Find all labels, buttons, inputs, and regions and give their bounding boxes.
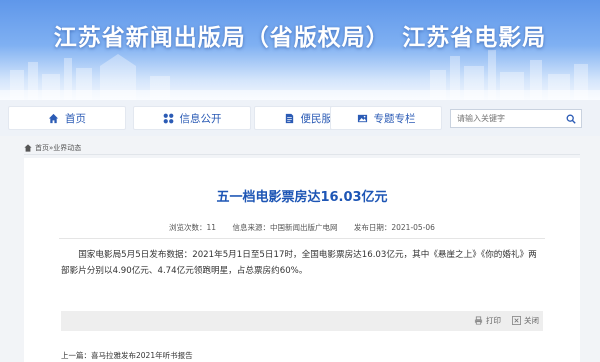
home-icon xyxy=(48,113,59,123)
meta-divider xyxy=(59,238,545,239)
nav-item-info-disclosure[interactable]: 信息公开 xyxy=(133,106,251,130)
breadcrumb-home[interactable]: 首页 xyxy=(35,143,49,153)
search-box xyxy=(450,109,582,128)
nav-item-special-topics[interactable]: 专题专栏 xyxy=(330,106,442,130)
close-label: 关闭 xyxy=(524,316,539,325)
nav-item-label: 专题专栏 xyxy=(373,112,416,125)
previous-article-link[interactable]: 上一篇：喜马拉雅发布2021年听书报告 xyxy=(61,350,193,361)
site-title: 江苏省新闻出版局（省版权局） 江苏省电影局 xyxy=(53,25,547,51)
breadcrumb-divider xyxy=(24,154,580,155)
article-title: 五一档电影票房达16.03亿元 xyxy=(216,190,388,205)
document-icon xyxy=(285,113,293,123)
breadcrumb-current[interactable]: 业界动态 xyxy=(53,143,81,153)
search-button[interactable] xyxy=(561,110,581,127)
article-body: 国家电影局5月5日发布数据：2021年5月1日至5日17时，全国电影票房达16.… xyxy=(61,250,537,276)
print-button[interactable]: 打印 xyxy=(474,315,501,326)
image-icon xyxy=(357,114,367,122)
header-banner: 江苏省新闻出版局（省版权局） 江苏省电影局 xyxy=(0,0,600,100)
article-panel: 五一档电影票房达16.03亿元 浏览次数：11 信息来源：中国新闻出版广电网 发… xyxy=(24,158,580,362)
close-icon xyxy=(512,316,521,325)
publish-date: 发布日期：2021-05-06 xyxy=(353,223,435,232)
print-label: 打印 xyxy=(486,316,501,325)
article-meta: 浏览次数：11 信息来源：中国新闻出版广电网 发布日期：2021-05-06 xyxy=(24,222,580,233)
nav-item-label: 首页 xyxy=(65,112,86,125)
search-icon xyxy=(566,114,576,124)
main-nav: 首页 信息公开 便民服务 专题专栏 xyxy=(0,100,600,136)
nav-item-home[interactable]: 首页 xyxy=(8,106,126,130)
grid-icon xyxy=(163,113,173,123)
close-button[interactable]: 关闭 xyxy=(512,315,539,326)
article-source: 信息来源：中国新闻出版广电网 xyxy=(232,223,338,232)
article-toolbar: 打印 关闭 xyxy=(61,311,543,331)
nav-item-label: 信息公开 xyxy=(179,112,222,125)
printer-icon xyxy=(474,316,483,325)
breadcrumb: 首页 » 业界动态 xyxy=(24,143,81,153)
location-icon xyxy=(24,144,32,152)
view-count: 浏览次数：11 xyxy=(169,223,217,232)
search-input[interactable] xyxy=(451,110,567,127)
